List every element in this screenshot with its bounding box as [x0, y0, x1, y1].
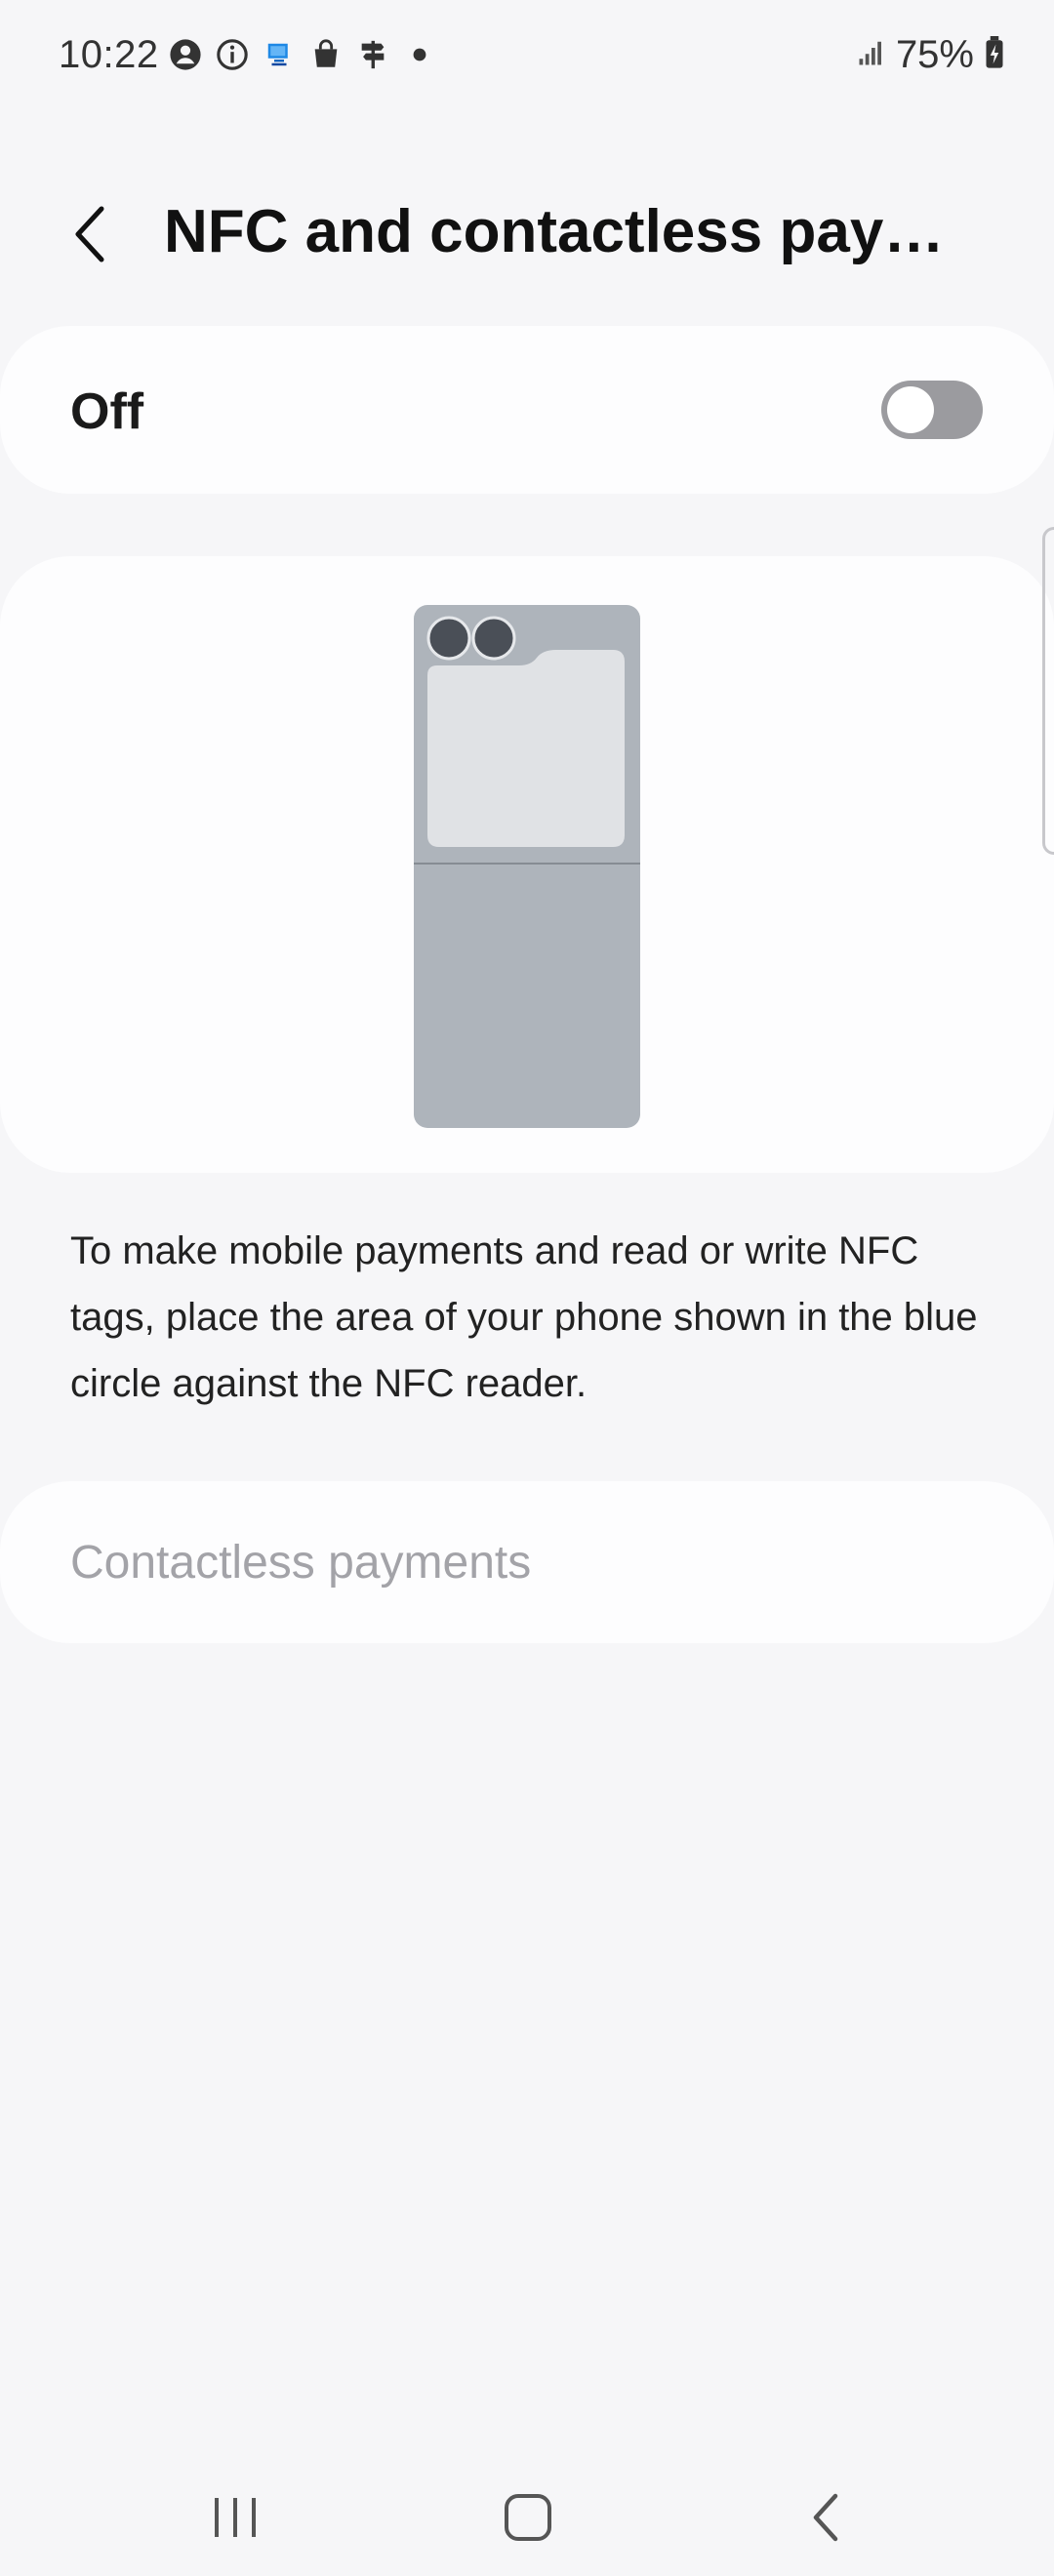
contactless-payments-label: Contactless payments: [70, 1537, 532, 1589]
contactless-payments-row[interactable]: Contactless payments: [0, 1481, 1054, 1643]
back-button[interactable]: [59, 203, 121, 265]
recents-icon: [215, 2498, 256, 2537]
recents-button[interactable]: [196, 2478, 274, 2556]
flip-phone-illustration: [414, 605, 640, 1128]
app-header: NFC and contactless paym...: [0, 176, 1054, 293]
account-circle-icon: [168, 37, 203, 72]
monitor-icon: [262, 37, 297, 72]
nfc-toggle-switch[interactable]: [881, 381, 983, 439]
home-button[interactable]: [489, 2478, 567, 2556]
toggle-knob: [887, 386, 934, 433]
signpost-icon: [355, 37, 390, 72]
description-text: To make mobile payments and read or writ…: [70, 1229, 978, 1405]
status-time: 10:22: [59, 33, 159, 76]
back-icon: [813, 2493, 838, 2542]
notification-icons: [168, 37, 437, 72]
scroll-indicator[interactable]: [1042, 527, 1054, 855]
battery-charging-icon: [984, 36, 1005, 74]
navigation-bar: [0, 2439, 1054, 2576]
battery-percent: 75%: [895, 33, 974, 76]
status-right: 75%: [857, 33, 1005, 77]
nav-back-button[interactable]: [787, 2478, 865, 2556]
toggle-label: Off: [70, 383, 144, 440]
signal-icon: [857, 38, 886, 72]
home-icon: [505, 2494, 551, 2541]
dot-icon: [402, 37, 437, 72]
illustration-card: [0, 556, 1054, 1173]
page-title: NFC and contactless paym...: [164, 198, 984, 265]
chevron-left-icon: [75, 206, 104, 262]
info-icon: [215, 37, 250, 72]
status-bar: 10:22 75%: [0, 0, 1054, 112]
shopping-bag-icon: [308, 37, 344, 72]
